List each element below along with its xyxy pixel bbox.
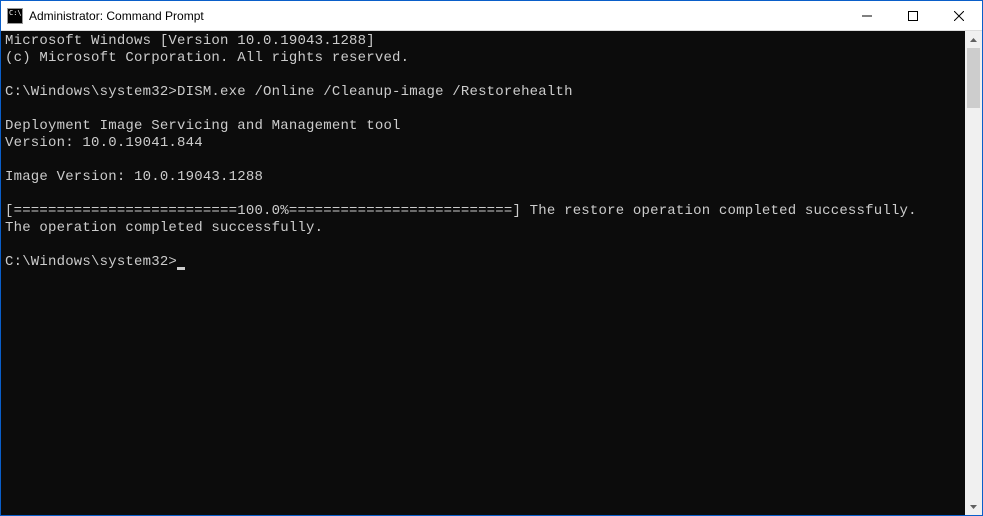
vertical-scrollbar[interactable] xyxy=(965,31,982,515)
command-line: C:\Windows\system32>DISM.exe /Online /Cl… xyxy=(5,84,573,100)
dism-tool-line: Deployment Image Servicing and Managemen… xyxy=(5,118,401,134)
scrollbar-up-button[interactable] xyxy=(965,31,982,48)
terminal-area: Microsoft Windows [Version 10.0.19043.12… xyxy=(1,31,982,515)
command-prompt-icon xyxy=(7,8,23,24)
scrollbar-thumb[interactable] xyxy=(967,48,980,108)
version-line: Microsoft Windows [Version 10.0.19043.12… xyxy=(5,33,375,49)
progress-line: [==========================100.0%=======… xyxy=(5,203,917,219)
prompt-line: C:\Windows\system32> xyxy=(5,254,177,270)
scrollbar-down-button[interactable] xyxy=(965,498,982,515)
minimize-button[interactable] xyxy=(844,1,890,31)
completion-line: The operation completed successfully. xyxy=(5,220,323,236)
chevron-up-icon xyxy=(970,38,977,42)
chevron-down-icon xyxy=(970,505,977,509)
command-prompt-window: Administrator: Command Prompt Microsoft … xyxy=(0,0,983,516)
text-cursor xyxy=(177,267,185,270)
window-title: Administrator: Command Prompt xyxy=(29,9,844,23)
maximize-button[interactable] xyxy=(890,1,936,31)
dism-version-line: Version: 10.0.19041.844 xyxy=(5,135,203,151)
copyright-line: (c) Microsoft Corporation. All rights re… xyxy=(5,50,409,66)
maximize-icon xyxy=(908,11,918,21)
close-icon xyxy=(954,11,964,21)
titlebar[interactable]: Administrator: Command Prompt xyxy=(1,1,982,31)
terminal-output[interactable]: Microsoft Windows [Version 10.0.19043.12… xyxy=(1,31,965,515)
window-controls xyxy=(844,1,982,30)
minimize-icon xyxy=(862,11,872,21)
scrollbar-track[interactable] xyxy=(965,48,982,498)
image-version-line: Image Version: 10.0.19043.1288 xyxy=(5,169,263,185)
close-button[interactable] xyxy=(936,1,982,31)
